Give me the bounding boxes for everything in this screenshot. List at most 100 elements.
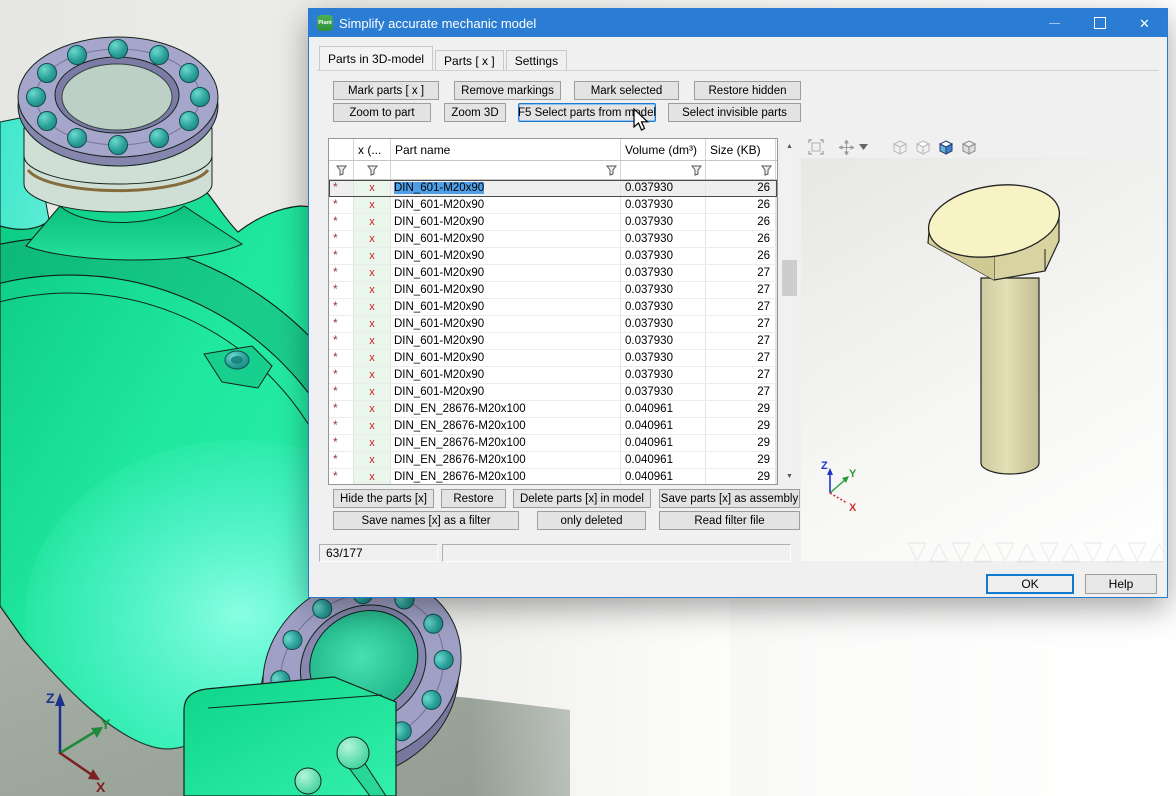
table-row[interactable]: *xDIN_EN_28676-M20x1000.04096129: [329, 452, 777, 469]
cell-size: 27: [706, 265, 776, 281]
scrollbar-thumb[interactable]: [782, 260, 797, 296]
filter-cell[interactable]: [391, 161, 621, 179]
filter-cell[interactable]: [329, 161, 354, 179]
table-row[interactable]: *xDIN_601-M20x900.03793026: [329, 248, 777, 265]
cell-part-name: DIN_601-M20x90: [391, 197, 621, 213]
table-row[interactable]: *xDIN_601-M20x900.03793027: [329, 384, 777, 401]
table-row[interactable]: *xDIN_EN_28676-M20x1000.04096129: [329, 435, 777, 452]
table-row[interactable]: *xDIN_601-M20x900.03793026: [329, 214, 777, 231]
button-restore-hidden[interactable]: Restore hidden: [694, 81, 801, 100]
button-zoom-3d[interactable]: Zoom 3D: [444, 103, 506, 122]
maximize-button[interactable]: [1077, 9, 1122, 37]
part-name-text: DIN_601-M20x90: [394, 369, 484, 381]
status-count: 63/177: [319, 544, 438, 562]
cell-end: [776, 265, 777, 281]
table-row[interactable]: *xDIN_601-M20x900.03793027: [329, 316, 777, 333]
col-size[interactable]: Size (KB): [706, 139, 776, 160]
cell-volume: 0.037930: [621, 350, 706, 366]
table-header[interactable]: x (... Part name Volume (dm³) Size (KB): [329, 139, 777, 161]
fit-view-icon[interactable]: [808, 139, 824, 155]
table-row[interactable]: *xDIN_601-M20x900.03793027: [329, 333, 777, 350]
cell-part-name: DIN_601-M20x90: [391, 248, 621, 264]
col-x[interactable]: x (...: [354, 139, 391, 160]
cell-size: 27: [706, 333, 776, 349]
view-cube-shaded-icon[interactable]: [937, 138, 955, 156]
help-button[interactable]: Help: [1085, 574, 1157, 594]
table-row[interactable]: *xDIN_601-M20x900.03793026: [329, 231, 777, 248]
button-select-invisible-parts[interactable]: Select invisible parts: [668, 103, 801, 122]
cell-part-name: DIN_EN_28676-M20x100: [391, 418, 621, 434]
cell-size: 29: [706, 469, 776, 485]
cell-marker: *: [329, 197, 354, 213]
view-cube-4-icon[interactable]: [960, 138, 978, 156]
table-row[interactable]: *xDIN_EN_28676-M20x1000.04096129: [329, 401, 777, 418]
view-cube-1-icon[interactable]: [891, 138, 909, 156]
action-read-filter-file[interactable]: Read filter file: [659, 511, 800, 530]
filter-cell[interactable]: [621, 161, 706, 179]
button-mark-selected[interactable]: Mark selected: [574, 81, 679, 100]
action-hide-the-parts-x[interactable]: Hide the parts [x]: [333, 489, 434, 508]
preview-canvas[interactable]: Z Y X: [801, 158, 1163, 561]
cell-x: x: [354, 316, 391, 332]
ok-button[interactable]: OK: [986, 574, 1074, 594]
cell-volume: 0.040961: [621, 452, 706, 468]
cell-part-name: DIN_601-M20x90: [391, 384, 621, 400]
minimize-button[interactable]: [1032, 9, 1077, 37]
tab-parts-x[interactable]: Parts [ x ]: [435, 50, 504, 70]
cell-marker: *: [329, 180, 354, 196]
cell-volume: 0.037930: [621, 299, 706, 315]
action-save-names-x-as-a-filter[interactable]: Save names [x] as a filter: [333, 511, 519, 530]
action-restore[interactable]: Restore: [441, 489, 506, 508]
cell-x: x: [354, 265, 391, 281]
table-row[interactable]: *xDIN_601-M20x900.03793027: [329, 265, 777, 282]
table-row[interactable]: *xDIN_601-M20x900.03793027: [329, 367, 777, 384]
button-remove-markings[interactable]: Remove markings: [454, 81, 561, 100]
col-part-name[interactable]: Part name: [391, 139, 621, 160]
close-button[interactable]: ✕: [1122, 9, 1167, 37]
cell-size: 27: [706, 316, 776, 332]
cell-end: [776, 180, 777, 196]
cell-marker: *: [329, 214, 354, 230]
cell-size: 27: [706, 282, 776, 298]
cell-x: x: [354, 367, 391, 383]
tab-settings[interactable]: Settings: [506, 50, 567, 70]
table-row[interactable]: *xDIN_601-M20x900.03793027: [329, 299, 777, 316]
action-only-deleted[interactable]: only deleted: [537, 511, 646, 530]
scroll-down-icon[interactable]: ▼: [781, 468, 798, 485]
part-name-text: DIN_601-M20x90: [394, 284, 484, 296]
button-zoom-to-part[interactable]: Zoom to part: [333, 103, 431, 122]
filter-cell[interactable]: [354, 161, 391, 179]
filter-cell[interactable]: [706, 161, 776, 179]
cell-part-name: DIN_EN_28676-M20x100: [391, 452, 621, 468]
action-delete-parts-x-in-model[interactable]: Delete parts [x] in model: [513, 489, 651, 508]
part-preview-panel: Z Y X: [801, 136, 1163, 561]
cell-end: [776, 231, 777, 247]
button-mark-parts-x[interactable]: Mark parts [ x ]: [333, 81, 439, 100]
chevron-down-icon[interactable]: [859, 144, 868, 150]
parts-table[interactable]: x (... Part name Volume (dm³) Size (KB): [328, 138, 778, 485]
col-volume[interactable]: Volume (dm³): [621, 139, 706, 160]
table-body: *xDIN_601-M20x900.03793026*xDIN_601-M20x…: [329, 180, 777, 485]
scroll-up-icon[interactable]: ▲: [781, 138, 798, 155]
table-scrollbar[interactable]: ▲ ▼: [781, 138, 798, 485]
tab-parts-in-3d-model[interactable]: Parts in 3D-model: [319, 46, 433, 70]
part-name-text: DIN_601-M20x90: [394, 267, 484, 279]
action-save-parts-x-as-assembly[interactable]: Save parts [x] as assembly: [659, 489, 800, 508]
table-row[interactable]: *xDIN_601-M20x900.03793027: [329, 282, 777, 299]
status-extra: [442, 544, 791, 562]
cell-part-name: DIN_601-M20x90: [391, 214, 621, 230]
table-row[interactable]: *xDIN_EN_28676-M20x1000.04096129: [329, 418, 777, 435]
cell-volume: 0.037930: [621, 214, 706, 230]
table-row[interactable]: *xDIN_EN_28676-M20x1000.04096129: [329, 469, 777, 485]
table-row[interactable]: *xDIN_601-M20x900.03793026: [329, 180, 777, 197]
pan-icon[interactable]: [839, 140, 854, 155]
table-row[interactable]: *xDIN_601-M20x900.03793027: [329, 350, 777, 367]
cell-end: [776, 248, 777, 264]
cell-marker: *: [329, 299, 354, 315]
title-bar[interactable]: Plant Simplify accurate mechanic model ✕: [309, 9, 1167, 37]
part-name-text: DIN_EN_28676-M20x100: [394, 471, 526, 483]
filter-icon: [761, 165, 772, 176]
table-row[interactable]: *xDIN_601-M20x900.03793026: [329, 197, 777, 214]
col-marker[interactable]: [329, 139, 354, 160]
view-cube-2-icon[interactable]: [914, 138, 932, 156]
